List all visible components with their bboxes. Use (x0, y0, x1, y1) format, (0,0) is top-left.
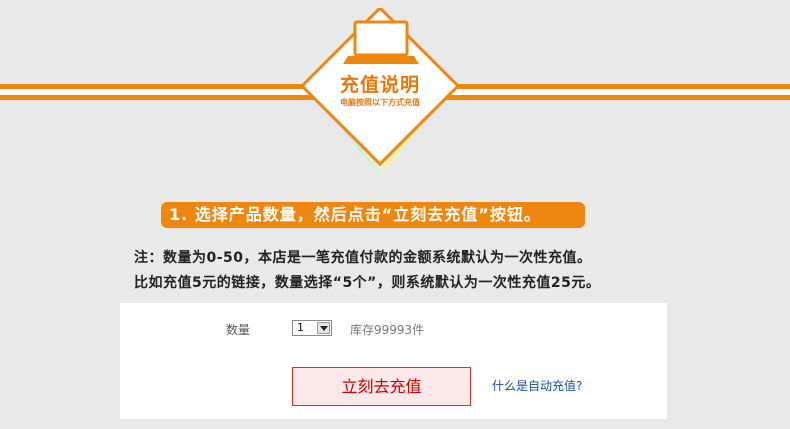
badge-title: 充值说明 (339, 74, 420, 96)
step-1-instruction: 1. 选择产品数量，然后点击“立刻去充值”按钮。 (161, 202, 585, 228)
note-line-2: 比如充值5元的链接，数量选择“5个”，则系统默认为一次性充值25元。 (134, 275, 601, 291)
quantity-value: 1 (297, 321, 304, 334)
recharge-now-button[interactable]: 立刻去充值 (292, 367, 471, 406)
laptop-icon (343, 20, 419, 64)
badge-subtitle: 电脑按照以下方式充值 (340, 98, 420, 107)
purchase-panel: 数量 1 库存99993件 立刻去充值 什么是自动充值? (120, 303, 667, 419)
quantity-select[interactable]: 1 (292, 320, 332, 336)
note-line-1: 注：数量为0-50，本店是一笔充值付款的金额系统默认为一次性充值。 (134, 250, 592, 266)
recharge-info-badge: 充值说明 电脑按照以下方式充值 (300, 8, 460, 178)
chevron-down-icon[interactable] (317, 322, 330, 334)
stock-text: 库存99993件 (350, 323, 425, 337)
quantity-label: 数量 (226, 323, 251, 337)
auto-recharge-help-link[interactable]: 什么是自动充值? (492, 377, 582, 394)
